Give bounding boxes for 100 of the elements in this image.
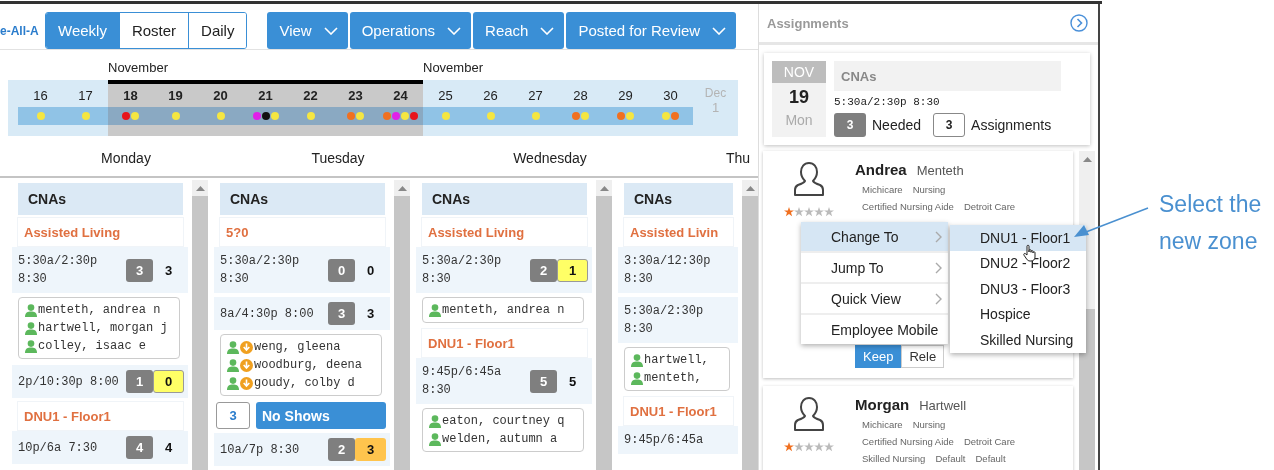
needed-count: 3 — [834, 113, 866, 137]
group-header: CNAs — [624, 183, 733, 215]
weekday-label: Mon — [785, 112, 813, 128]
caret-icon — [323, 26, 338, 35]
tag-label: Certified Nursing Aide — [862, 436, 954, 447]
up-arrow-icon[interactable] — [745, 185, 755, 191]
staff-name[interactable]: menteth, — [644, 369, 702, 387]
staff-name[interactable]: menteth, andrea n — [38, 301, 161, 319]
assignments-label: Assignments — [971, 117, 1052, 133]
person-icon — [25, 303, 37, 317]
tag-label: Default — [975, 453, 1006, 464]
menu-item[interactable]: Hospice — [950, 301, 1086, 327]
tag-label: Nursing — [912, 184, 946, 195]
shift-row[interactable]: 3:30a/12:30p 8:30 — [618, 247, 738, 293]
person-icon — [429, 414, 441, 428]
day-header: Wednesday — [513, 150, 587, 166]
person-icon — [227, 358, 239, 372]
up-arrow-icon[interactable] — [599, 185, 609, 191]
day-number[interactable]: 17 — [78, 88, 93, 104]
menu-item[interactable]: Employee Mobile — [801, 315, 948, 344]
person-icon — [25, 321, 37, 335]
shift-row[interactable]: 5:30a/2:30p 8:30 3 3 — [12, 247, 188, 293]
group-header: CNAs — [422, 183, 587, 215]
shift-row[interactable]: 8a/4:30p 8:00 3 3 — [214, 297, 390, 330]
group-header: CNAs — [220, 183, 385, 215]
day-number[interactable]: 20 — [213, 88, 228, 104]
menu-item[interactable]: DNU1 - Floor1 — [950, 225, 1086, 251]
menu-item[interactable]: Skilled Nursing — [950, 327, 1086, 353]
shift-row[interactable]: 9:45p/6:45a — [618, 426, 738, 454]
shift-row[interactable]: 5:30a/2:30p 8:30 2 1 — [416, 247, 592, 293]
day-number[interactable]: 22 — [303, 88, 318, 104]
shift-row[interactable]: 5:30a/2:30p 8:30 — [618, 297, 738, 343]
staff-name[interactable]: goudy, colby d — [254, 374, 355, 392]
scrollbar[interactable] — [192, 180, 208, 470]
day-number[interactable]: 18 — [123, 88, 138, 104]
chevron-right-icon[interactable] — [1070, 14, 1088, 32]
scrollbar[interactable] — [742, 180, 758, 470]
caret-icon — [540, 26, 555, 35]
group-header: CNAs — [18, 183, 183, 215]
caret-icon — [447, 26, 462, 35]
staff-name[interactable]: colley, isaac e — [38, 337, 147, 355]
staff-name[interactable]: hartwell, morgan j — [38, 319, 168, 337]
menu-item[interactable]: Quick View — [801, 284, 948, 315]
no-show-count: 3 — [216, 402, 250, 429]
star-icon — [824, 207, 834, 217]
up-arrow-icon[interactable] — [397, 185, 407, 191]
day-number[interactable]: 16 — [33, 88, 48, 104]
up-arrow-icon[interactable] — [195, 185, 205, 191]
assigned-count: 5 — [568, 372, 578, 391]
day-number[interactable]: 27 — [528, 88, 543, 104]
staff-name[interactable]: woodburg, deena — [254, 356, 363, 374]
day-header: Tuesday — [311, 150, 365, 166]
day-number[interactable]: 28 — [573, 88, 588, 104]
menu-item[interactable]: Change To — [801, 222, 948, 253]
menu-item[interactable]: DNU3 - Floor3 — [950, 276, 1086, 302]
shift-row[interactable]: 10p/6a 7:30 4 4 — [12, 431, 188, 464]
day-number[interactable]: 26 — [483, 88, 498, 104]
action-button[interactable]: Rele — [901, 345, 945, 368]
link[interactable]: e-All-A — [0, 23, 42, 38]
needed-count: 2 — [530, 258, 558, 282]
star-icon — [794, 207, 804, 217]
needed-count: 3 — [126, 258, 154, 282]
up-arrow-icon[interactable] — [1082, 156, 1092, 162]
shift-row[interactable]: 2p/10:30p 8:00 1 0 — [12, 365, 188, 398]
star-icon — [794, 442, 804, 452]
shift-time: 5:30a/2:30p 8:30 — [422, 253, 503, 288]
staff-name[interactable]: weng, gleena — [254, 338, 341, 356]
menu-item[interactable]: DNU2 - Floor2 — [950, 250, 1086, 276]
menu-item[interactable]: Jump To — [801, 253, 948, 284]
staff-name[interactable]: eaton, courtney q — [442, 412, 565, 430]
scrollbar[interactable] — [394, 180, 410, 470]
last-name: Hartwell — [919, 398, 967, 413]
day-number[interactable]: 29 — [618, 88, 633, 104]
view-tab[interactable]: Daily — [188, 13, 247, 48]
staff-name[interactable]: welden, autumn a — [442, 430, 558, 448]
shift-row[interactable]: 10a/7p 8:30 2 3 — [214, 433, 390, 466]
needed-count: 4 — [126, 436, 154, 459]
day-number[interactable]: 19 — [168, 88, 183, 104]
staff-name[interactable]: menteth, andrea n — [442, 301, 565, 319]
shift-row[interactable]: 5:30a/2:30p 8:30 0 0 — [214, 247, 390, 293]
shift-row[interactable]: 9:45p/6:45a 8:30 5 5 — [416, 358, 592, 404]
day-header: Monday — [101, 150, 151, 166]
day-number[interactable]: 23 — [348, 88, 363, 104]
day-number[interactable]: 24 — [393, 88, 408, 104]
day-number[interactable]: 30 — [663, 88, 678, 104]
shift-time: 10a/7p 8:30 — [220, 441, 301, 459]
day-number[interactable]: 25 — [438, 88, 453, 104]
shift-time: 5:30a/2:30p 8:30 — [220, 253, 301, 288]
assigned-count: 4 — [164, 439, 174, 457]
needed-count: 2 — [328, 438, 356, 461]
assigned-count: 3 — [366, 305, 376, 323]
day-number[interactable]: 21 — [258, 88, 273, 104]
first-name: Andrea — [855, 161, 907, 178]
staff-name[interactable]: hartwell, — [644, 351, 709, 369]
tag-label: Nursing — [912, 419, 946, 430]
caret-icon — [712, 26, 727, 35]
shift-time: 8a/4:30p 8:00 — [220, 305, 315, 323]
shift-time: 3:30a/12:30p 8:30 — [624, 253, 712, 288]
person-icon — [25, 339, 37, 353]
scrollbar[interactable] — [596, 180, 612, 470]
